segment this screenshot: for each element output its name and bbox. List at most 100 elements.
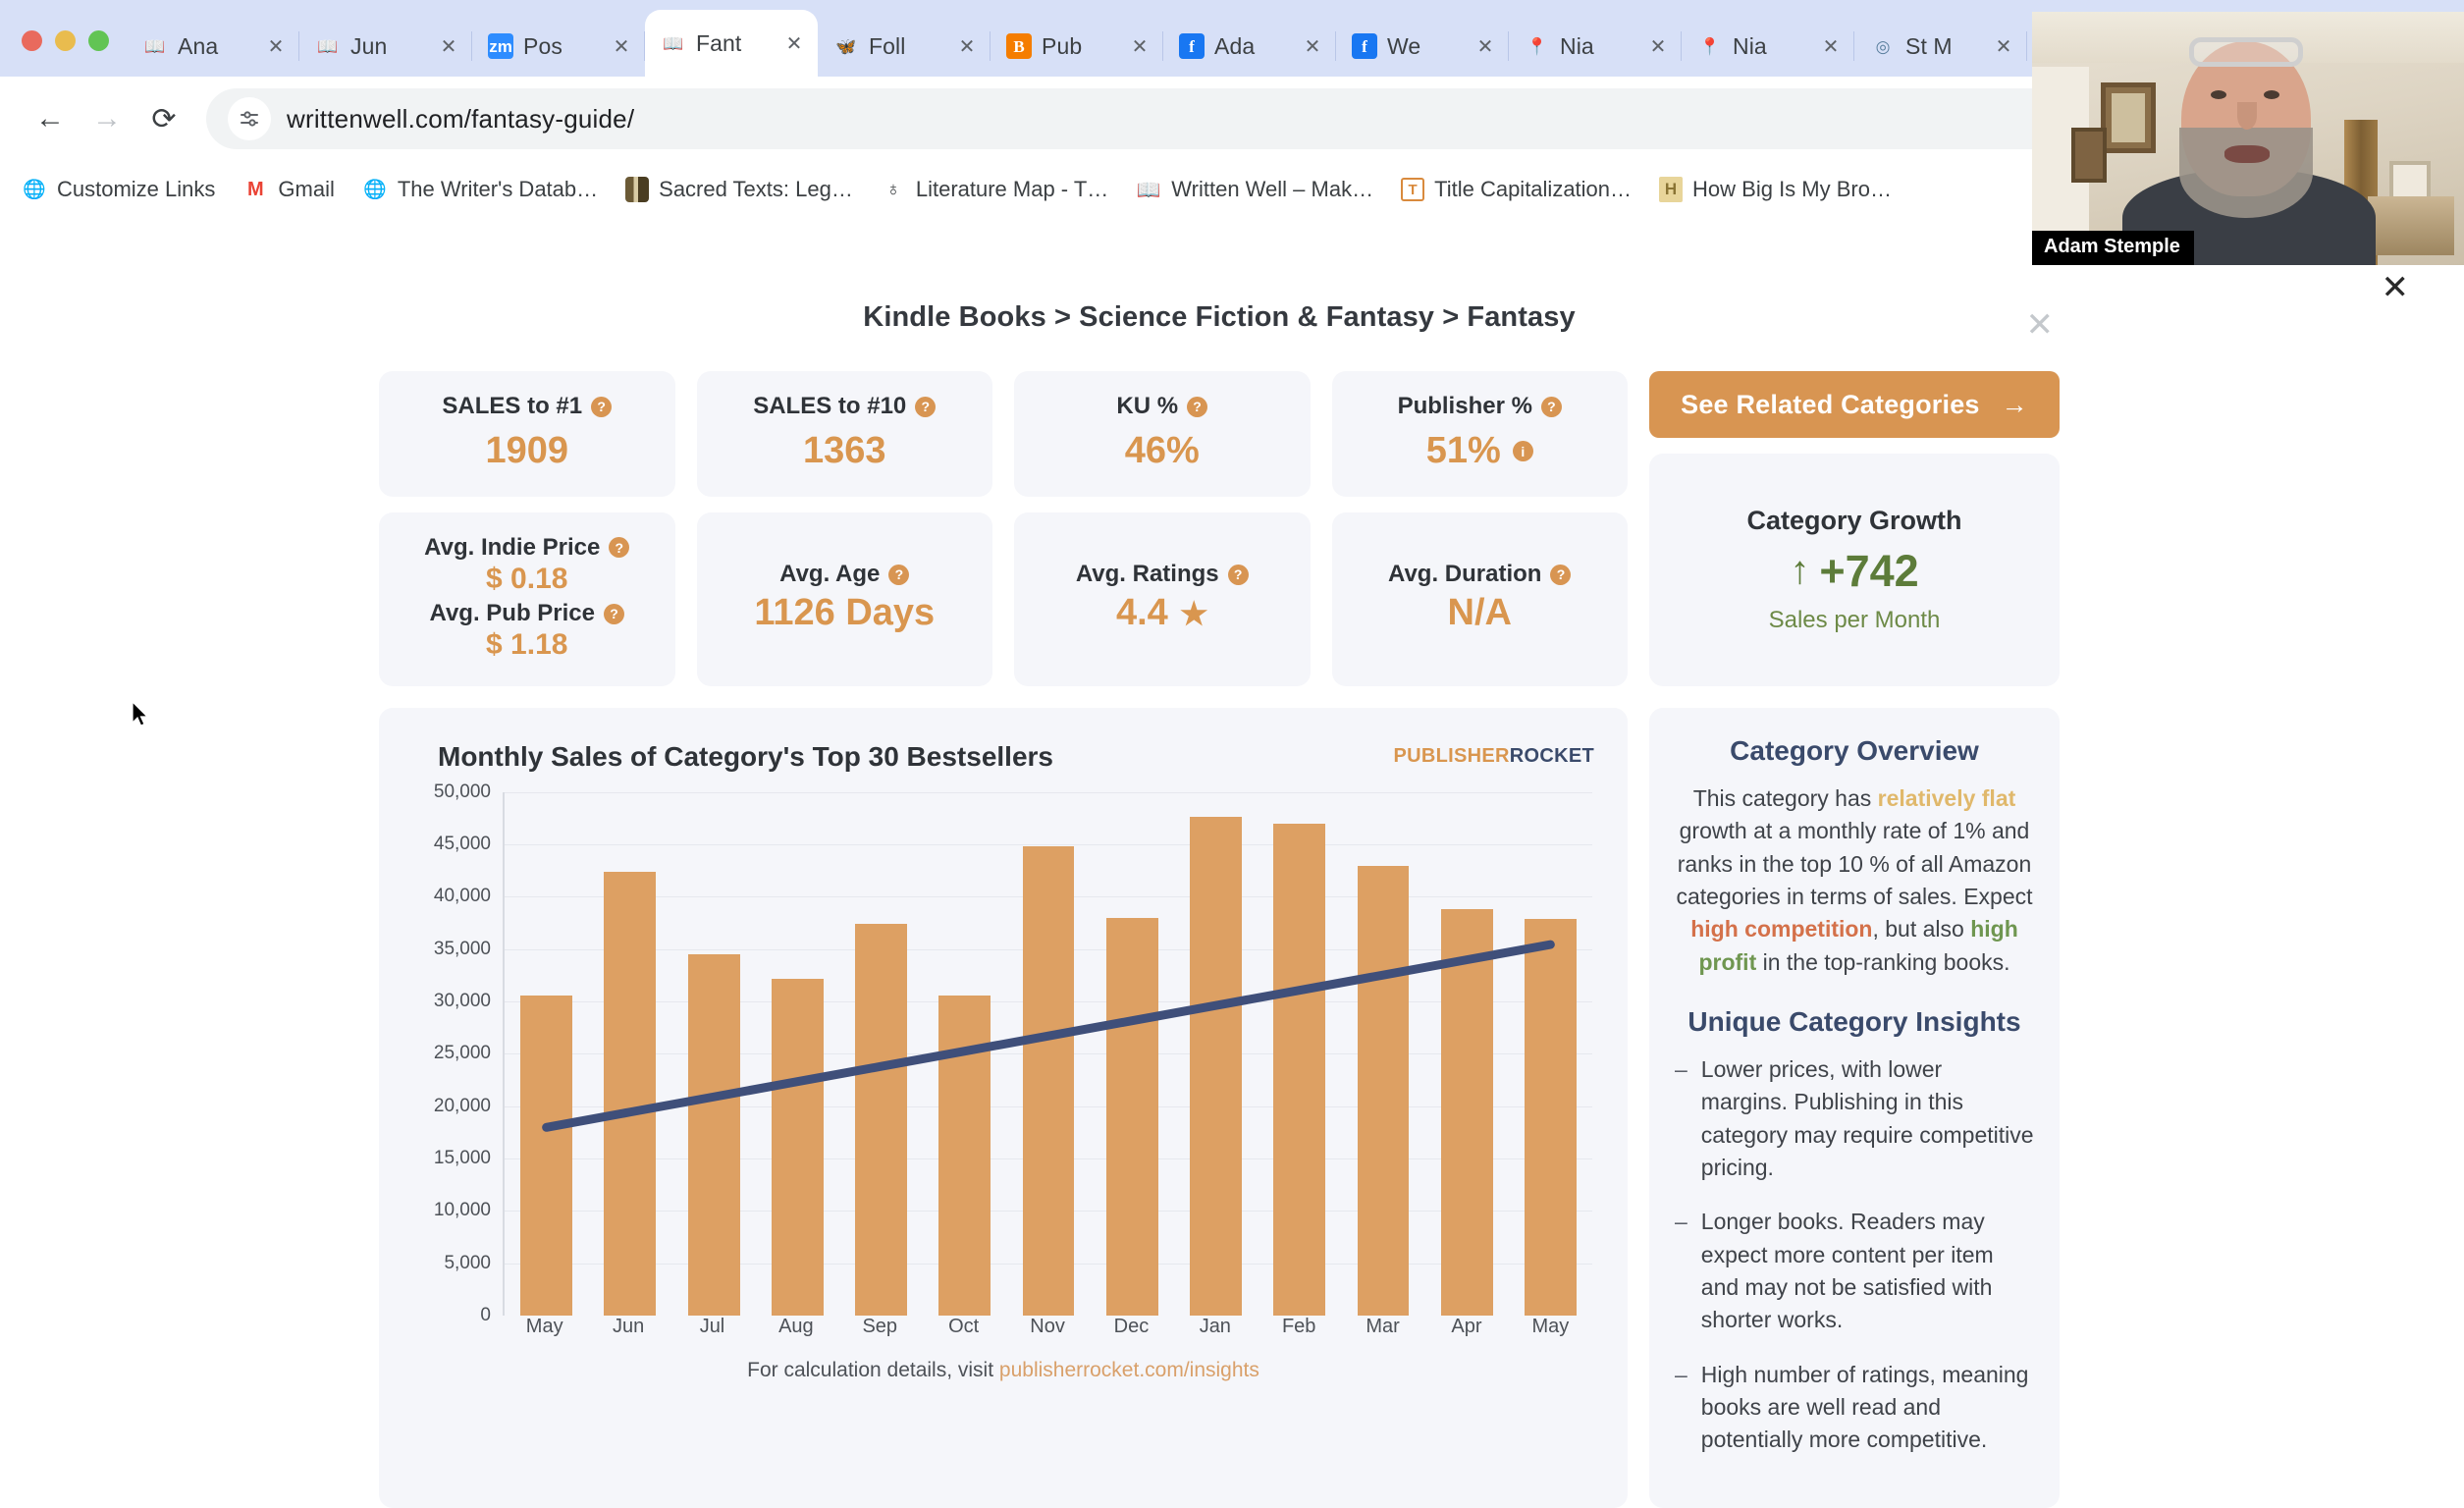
widget-close-button[interactable]: ✕	[2026, 308, 2055, 342]
bookmark-item[interactable]: 📖 Written Well – Mak…	[1124, 171, 1385, 208]
chart-bar[interactable]	[520, 995, 573, 1316]
tab-close-icon[interactable]: ✕	[1647, 35, 1669, 58]
bar-slot[interactable]	[1174, 792, 1258, 1316]
help-icon[interactable]: ?	[1187, 396, 1208, 417]
unique-insights-list: – Lower prices, with lower margins. Publi…	[1675, 1053, 2034, 1457]
browser-tab-active[interactable]: 📖 Fant ✕	[645, 10, 818, 77]
maximize-window-button[interactable]	[88, 30, 109, 51]
browser-tab[interactable]: f Ada ✕	[1163, 16, 1336, 77]
webcam-overlay[interactable]: Adam Stemple	[2032, 12, 2464, 265]
see-related-categories-button[interactable]: See Related Categories →	[1649, 371, 2060, 438]
minimize-window-button[interactable]	[55, 30, 76, 51]
help-icon[interactable]: ?	[604, 603, 624, 624]
chart-bar[interactable]	[771, 978, 824, 1316]
bar-slot[interactable]	[1091, 792, 1174, 1316]
bookmark-item[interactable]: H How Big Is My Bro…	[1647, 171, 1903, 208]
help-icon[interactable]: ?	[1227, 564, 1249, 585]
browser-tab[interactable]: 📖 Ana ✕	[127, 16, 299, 77]
help-icon[interactable]: ?	[1550, 564, 1572, 585]
chart-bar[interactable]	[604, 871, 657, 1316]
chart-bar[interactable]	[1190, 817, 1242, 1316]
chart-footer-link[interactable]: publisherrocket.com/insights	[999, 1359, 1259, 1381]
browser-tab[interactable]: 📍 Nia ✕	[1509, 16, 1682, 77]
chart-bar[interactable]	[1357, 865, 1410, 1316]
bookmark-label: Title Capitalization…	[1434, 177, 1633, 201]
stat-value-text: 1126 Days	[754, 592, 936, 634]
bar-slot[interactable]	[839, 792, 923, 1316]
chart-bar[interactable]	[1273, 823, 1326, 1316]
help-icon[interactable]: ?	[888, 564, 910, 585]
help-icon[interactable]: ?	[609, 537, 630, 559]
tab-close-icon[interactable]: ✕	[438, 35, 459, 58]
tab-close-icon[interactable]: ✕	[783, 32, 805, 55]
blogger-icon: B	[1006, 33, 1032, 59]
bookmark-item[interactable]: M Gmail	[231, 171, 346, 208]
chart-bar[interactable]	[855, 924, 907, 1316]
chart-bar[interactable]	[938, 995, 991, 1316]
close-window-button[interactable]	[22, 30, 42, 51]
stat-value: 1909	[485, 431, 568, 471]
help-icon[interactable]: ?	[915, 396, 937, 417]
tab-close-icon[interactable]: ✕	[611, 35, 632, 58]
bookmark-item[interactable]: 🌐 The Writer's Datab…	[350, 171, 610, 208]
bookmark-item[interactable]: Sacred Texts: Leg…	[614, 171, 865, 208]
bookmark-item[interactable]: T Title Capitalization…	[1389, 171, 1643, 208]
info-icon[interactable]: i	[1512, 441, 1533, 462]
book-icon: 📖	[144, 36, 166, 56]
y-axis-tick: 40,000	[433, 886, 491, 907]
x-axis-labels: May Jun Jul Aug Sep Oct Nov Dec Jan Feb Mar Apr May	[503, 1316, 1592, 1347]
window-controls[interactable]	[0, 30, 127, 77]
browser-tab[interactable]: 📍 Nia ✕	[1682, 16, 1854, 77]
bar-slot[interactable]	[588, 792, 671, 1316]
tab-close-icon[interactable]: ✕	[1820, 35, 1842, 58]
browser-tab[interactable]: f We ✕	[1336, 16, 1509, 77]
site-settings-icon[interactable]	[228, 97, 271, 140]
bar-slot[interactable]	[671, 792, 755, 1316]
chart-bar[interactable]	[1440, 909, 1493, 1316]
stat-value: 1126 Days	[754, 594, 935, 633]
bar-slot[interactable]	[1425, 792, 1509, 1316]
bar-slot[interactable]	[1341, 792, 1424, 1316]
tab-close-icon[interactable]: ✕	[1993, 35, 2014, 58]
tab-close-icon[interactable]: ✕	[1302, 35, 1323, 58]
chart-title: Monthly Sales of Category's Top 30 Bests…	[438, 740, 1053, 772]
bookmark-item[interactable]: ♁ Literature Map - T…	[869, 171, 1120, 208]
tab-close-icon[interactable]: ✕	[1129, 35, 1151, 58]
tab-close-icon[interactable]: ✕	[956, 35, 978, 58]
help-icon[interactable]: ?	[1540, 396, 1562, 417]
globe-icon: 🌐	[363, 180, 387, 200]
chart-bar[interactable]	[1525, 918, 1577, 1316]
tab-title: Pos	[523, 32, 562, 59]
stat-card: Avg. Ratings? 4.4 ★	[1014, 512, 1311, 686]
tab-title: St M	[1905, 32, 1953, 59]
chart-bar[interactable]	[1105, 917, 1158, 1316]
bar-slot[interactable]	[1006, 792, 1090, 1316]
bar-slot[interactable]	[505, 792, 588, 1316]
overlay-close-button[interactable]: ✕	[2382, 271, 2410, 304]
bar-slot[interactable]	[1509, 792, 1592, 1316]
back-button[interactable]: ←	[22, 90, 79, 147]
reload-button[interactable]: ⟳	[135, 90, 192, 147]
bar-slot[interactable]	[923, 792, 1006, 1316]
forward-button[interactable]: →	[79, 90, 135, 147]
bar-slot[interactable]	[756, 792, 839, 1316]
category-overview-title: Category Overview	[1730, 734, 1979, 766]
chart-bar[interactable]	[687, 954, 740, 1316]
chart-bar[interactable]	[1022, 846, 1075, 1316]
stat-label: SALES to #10?	[753, 393, 937, 420]
help-icon[interactable]: ?	[591, 396, 613, 417]
bookmark-label: Customize Links	[57, 177, 216, 201]
stat-label: Avg. Pub Price?	[430, 600, 624, 627]
browser-tab[interactable]: ◎ St M ✕	[1854, 16, 2027, 77]
literature-map-icon: ♁	[885, 178, 901, 200]
overview-text-part: high competition	[1690, 916, 1873, 942]
browser-tab[interactable]: B Pub ✕	[991, 16, 1163, 77]
bookmark-item[interactable]: 🌐 Customize Links	[10, 171, 227, 208]
browser-tab[interactable]: 📖 Jun ✕	[299, 16, 472, 77]
browser-tab[interactable]: 🦋 Foll ✕	[818, 16, 991, 77]
browser-tab[interactable]: zm Pos ✕	[472, 16, 645, 77]
y-axis-tick: 5,000	[444, 1252, 491, 1273]
bar-slot[interactable]	[1258, 792, 1341, 1316]
tab-close-icon[interactable]: ✕	[1474, 35, 1496, 58]
tab-close-icon[interactable]: ✕	[265, 35, 287, 58]
